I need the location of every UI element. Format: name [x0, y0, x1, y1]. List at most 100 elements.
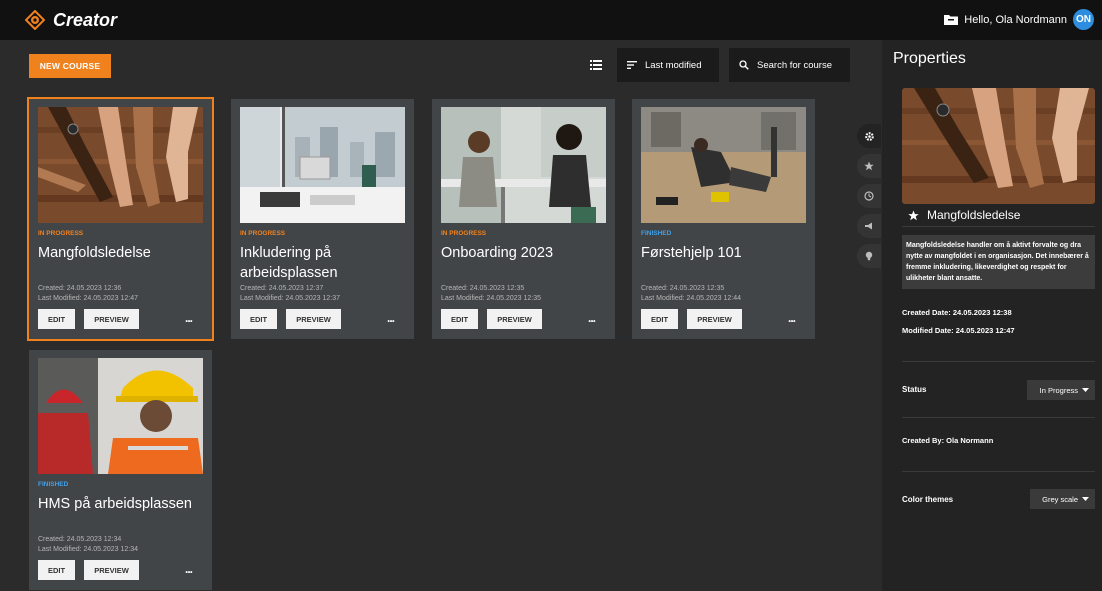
- course-dates: Created: 24.05.2023 12:37 Last Modified:…: [240, 284, 340, 304]
- course-thumbnail: [441, 107, 606, 223]
- course-title: Onboarding 2023: [441, 245, 554, 261]
- new-course-button[interactable]: NEW COURSE: [29, 54, 111, 78]
- modified-date: Modified Date: 24.05.2023 12:47: [902, 326, 1015, 335]
- course-thumbnail: [641, 107, 806, 223]
- sort-icon: [627, 61, 637, 69]
- more-options-icon[interactable]: ...: [185, 562, 193, 576]
- chevron-down-icon: [1082, 388, 1089, 392]
- sort-label: Last modified: [645, 59, 702, 71]
- user-menu[interactable]: Hello, Ola Nordmann ON: [944, 9, 1094, 30]
- course-dates: Created: 24.05.2023 12:34 Last Modified:…: [38, 535, 138, 555]
- course-thumbnail: [240, 107, 405, 223]
- preview-button[interactable]: PREVIEW: [687, 309, 742, 329]
- selected-course-name: Mangfoldsledelse: [927, 208, 1021, 222]
- more-options-icon[interactable]: ...: [185, 311, 193, 325]
- folder-icon: [944, 15, 959, 25]
- edit-button[interactable]: EDIT: [641, 309, 678, 329]
- modified-date: Last Modified: 24.05.2023 12:34: [38, 546, 139, 553]
- selected-course-title: Mangfoldsledelse: [908, 208, 1020, 222]
- color-themes-select[interactable]: Grey scale: [1030, 489, 1095, 509]
- history-icon: [864, 191, 874, 201]
- edit-button[interactable]: EDIT: [240, 309, 277, 329]
- course-dates: Created: 24.05.2023 12:36 Last Modified:…: [38, 284, 138, 304]
- preview-button[interactable]: PREVIEW: [84, 560, 139, 580]
- status-badge: IN PROGRESS: [240, 230, 286, 237]
- course-card[interactable]: FINISHED Førstehjelp 101 Created: 24.05.…: [632, 99, 815, 339]
- gear-icon: [864, 131, 874, 141]
- created-date: Created Date: 24.05.2023 12:38: [902, 308, 1012, 317]
- tab-tips[interactable]: [857, 244, 881, 268]
- course-title: HMS på arbeidsplassen: [38, 496, 192, 512]
- course-thumbnail: [38, 358, 203, 474]
- star-icon[interactable]: [908, 210, 919, 221]
- course-card[interactable]: IN PROGRESS Onboarding 2023 Created: 24.…: [432, 99, 615, 339]
- course-dates: Created: 24.05.2023 12:35 Last Modified:…: [641, 284, 741, 304]
- created-date: Created: 24.05.2023 12:37: [240, 285, 324, 292]
- divider: [902, 417, 1095, 418]
- status-badge: IN PROGRESS: [38, 230, 84, 237]
- list-view-icon[interactable]: [590, 60, 602, 70]
- status-badge: FINISHED: [641, 230, 672, 237]
- status-badge: FINISHED: [38, 481, 69, 488]
- preview-button[interactable]: PREVIEW: [286, 309, 341, 329]
- selected-course-thumbnail: [902, 88, 1095, 204]
- course-thumbnail: [38, 107, 203, 223]
- avatar[interactable]: ON: [1073, 9, 1094, 30]
- modified-date: Last Modified: 24.05.2023 12:35: [441, 295, 542, 302]
- status-value: In Progress: [1039, 385, 1078, 395]
- status-select[interactable]: In Progress: [1027, 380, 1095, 400]
- created-date: Created: 24.05.2023 12:34: [38, 536, 122, 543]
- app-logo[interactable]: Creator: [25, 10, 117, 31]
- course-library: NEW COURSE Last modified Search for cour…: [0, 40, 882, 591]
- chevron-down-icon: [1082, 497, 1089, 501]
- more-options-icon[interactable]: ...: [387, 311, 395, 325]
- course-description[interactable]: Mangfoldsledelse handler om å aktivt for…: [902, 235, 1095, 289]
- edit-button[interactable]: EDIT: [441, 309, 478, 329]
- lightbulb-icon: [865, 251, 873, 261]
- modified-date: Last Modified: 24.05.2023 12:44: [641, 295, 742, 302]
- course-dates: Created: 24.05.2023 12:35 Last Modified:…: [441, 284, 541, 304]
- more-options-icon[interactable]: ...: [788, 311, 796, 325]
- properties-panel: Properties Mangfoldsledelse Mangfoldsled…: [882, 40, 1102, 591]
- course-card[interactable]: IN PROGRESS Inkludering på arbeidsplasse…: [231, 99, 414, 339]
- preview-button[interactable]: PREVIEW: [487, 309, 542, 329]
- course-title: Mangfoldsledelse: [38, 245, 151, 261]
- more-options-icon[interactable]: ...: [588, 311, 596, 325]
- edit-button[interactable]: EDIT: [38, 560, 75, 580]
- edit-button[interactable]: EDIT: [38, 309, 75, 329]
- search-icon: [739, 60, 749, 70]
- user-greeting: Hello, Ola Nordmann: [964, 13, 1067, 26]
- search-input[interactable]: [757, 59, 845, 71]
- app-name: Creator: [53, 9, 118, 30]
- modified-date: Last Modified: 24.05.2023 12:37: [240, 295, 341, 302]
- course-card[interactable]: FINISHED HMS på arbeidsplassen Created: …: [29, 350, 212, 590]
- status-badge: IN PROGRESS: [441, 230, 487, 237]
- course-search[interactable]: [729, 48, 850, 82]
- color-themes-value: Grey scale: [1042, 494, 1078, 504]
- divider: [902, 361, 1095, 362]
- created-by: Created By: Ola Normann: [902, 436, 994, 445]
- tab-history[interactable]: [857, 184, 881, 208]
- divider: [902, 226, 1095, 227]
- panel-title: Properties: [893, 50, 966, 67]
- course-title: Førstehjelp 101: [641, 245, 742, 261]
- star-icon: [864, 161, 874, 171]
- creator-logo-icon: [25, 10, 45, 30]
- megaphone-icon: [865, 222, 872, 230]
- preview-button[interactable]: PREVIEW: [84, 309, 139, 329]
- sort-dropdown[interactable]: Last modified: [617, 48, 719, 82]
- divider: [902, 471, 1095, 472]
- status-label: Status: [902, 385, 927, 394]
- properties-side-tabs: [857, 124, 881, 274]
- course-title: Inkludering på arbeidsplassen: [240, 245, 338, 281]
- modified-date: Last Modified: 24.05.2023 12:47: [38, 295, 139, 302]
- course-card[interactable]: IN PROGRESS Mangfoldsledelse Created: 24…: [27, 97, 214, 341]
- tab-favorites[interactable]: [857, 154, 881, 178]
- created-date: Created: 24.05.2023 12:36: [38, 285, 122, 292]
- tab-announcements[interactable]: [857, 214, 881, 238]
- color-themes-label: Color themes: [902, 495, 954, 504]
- tab-settings[interactable]: [857, 124, 881, 148]
- top-bar: Creator Hello, Ola Nordmann ON: [0, 0, 1102, 40]
- created-date: Created: 24.05.2023 12:35: [641, 285, 725, 292]
- created-date: Created: 24.05.2023 12:35: [441, 285, 525, 292]
